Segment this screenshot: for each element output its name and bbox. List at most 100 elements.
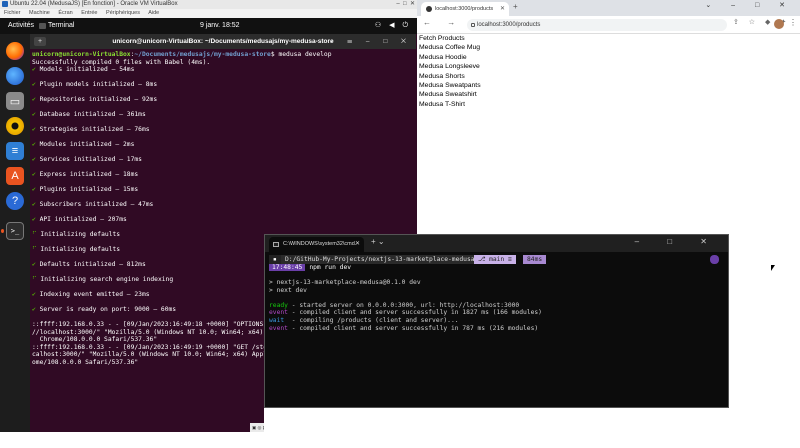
files-icon[interactable]: ▭ <box>6 92 24 110</box>
prompt-path: ~/Documents/medusajs/my-medusa-store <box>134 51 271 58</box>
log-line: Database initialized – 361ms <box>39 111 146 118</box>
topbar-clock[interactable]: 9 janv. 18:52 <box>200 18 240 34</box>
rhythmbox-icon[interactable] <box>6 117 24 135</box>
address-bar-url: localhost:3000/products <box>477 22 541 28</box>
log-line: Express initialized – 18ms <box>39 171 139 178</box>
virtualbox-window-controls[interactable]: – □ ✕ <box>396 0 415 9</box>
terminal-window-controls[interactable]: ⌕ ☰ – □ ✕ <box>330 34 412 49</box>
thunderbird-icon[interactable] <box>6 67 24 85</box>
output-line: - compiling /products (client and server… <box>284 316 459 324</box>
menu-ecran[interactable]: Écran <box>58 10 72 16</box>
log-tag-ready: ready <box>269 301 288 309</box>
profile-avatar[interactable] <box>774 19 784 29</box>
help-icon[interactable]: ? <box>6 192 24 210</box>
ubuntu-topbar: Activités Terminal 9 janv. 18:52 ⚇ ◀ ⏻ <box>0 18 417 34</box>
log-tag-event: event <box>269 309 288 317</box>
log-line: Models initialized – 54ms <box>39 66 135 73</box>
log-line: Repositories initialized – 92ms <box>39 96 158 103</box>
page-content: Fetch Products Medusa Coffee Mug Medusa … <box>419 34 481 109</box>
log-line: Modules initialized – 2ms <box>39 141 135 148</box>
git-segment: ⎇ main ≡ <box>474 255 516 264</box>
log-tag-wait: wait <box>269 316 285 324</box>
output-line: > nextjs-13-marketplace-medusa@0.1.0 dev <box>269 279 421 286</box>
fetch-products-button[interactable]: Fetch Products <box>419 34 481 43</box>
product-item: Medusa Shorts <box>419 72 465 80</box>
log-line: Defaults initialized – 812ms <box>39 261 146 268</box>
prompt-time: 17:48:45 <box>269 264 306 271</box>
log-line: Plugin models initialized – 8ms <box>39 81 158 88</box>
prompt-command: $ medusa develop <box>270 51 332 58</box>
os-segment-icon: ▪ <box>269 255 281 264</box>
browser-toolbar: ← → ↻ localhost:3000/products ⇪ ☆ ◆ ✦ ⋮ <box>417 16 800 34</box>
wt-output[interactable]: > nextjs-13-marketplace-medusa@0.1.0 dev… <box>269 279 542 332</box>
new-tab-icon[interactable]: + ⌄ <box>371 237 385 246</box>
terminal-headerbar: + unicorn@unicorn-VirtualBox: ~/Document… <box>30 34 416 49</box>
prompt-user: unicorn@unicorn-VirtualBox <box>32 51 131 58</box>
menu-fichier[interactable]: Fichier <box>4 10 21 16</box>
output-line: > next dev <box>269 286 307 294</box>
http-log-line: ::ffff:192.168.0.33 - - [09/Jan/2023:16:… <box>32 321 264 328</box>
output-line: - started server on 0.0.0.0:3000, url: h… <box>287 301 520 309</box>
prompt-line-2: 17:48:45 npm run dev <box>269 264 351 272</box>
prompt-command: npm run dev <box>309 264 352 271</box>
windows-desktop-strip <box>264 408 800 432</box>
virtualbox-menubar: Fichier Machine Écran Entrée Périphériqu… <box>0 9 417 18</box>
firefox-icon[interactable] <box>6 42 24 60</box>
log-tag-event: event <box>269 324 288 332</box>
info-icon[interactable] <box>471 23 475 27</box>
product-item: Medusa Hoodie <box>419 53 467 61</box>
tab-products[interactable]: localhost:3000/products ✕ <box>421 2 509 16</box>
output-line: - compiled client and server successfull… <box>287 309 542 317</box>
http-log-line: //localhost:3000/" "Mozilla/5.0 (Windows… <box>32 328 264 336</box>
product-item: Medusa T-Shirt <box>419 100 465 108</box>
topbar-app-terminal[interactable]: Terminal <box>38 18 74 34</box>
virtualbox-title: Ubuntu 22.04 (MedusaJS) [En fonction] - … <box>10 1 178 7</box>
active-app-indicator <box>1 229 4 233</box>
mouse-cursor-icon <box>771 265 775 271</box>
product-item: Medusa Sweatshirt <box>419 91 477 99</box>
product-list: Medusa Coffee Mug Medusa Hoodie Medusa L… <box>419 43 481 109</box>
menu-peripheriques[interactable]: Périphériques <box>106 10 140 16</box>
wt-window-controls[interactable]: – □ ✕ <box>635 237 720 246</box>
system-tray-icons[interactable]: ⚇ ◀ ⏻ <box>375 18 411 34</box>
browser-menu-icon[interactable]: ⋮ <box>789 18 797 27</box>
menu-entree[interactable]: Entrée <box>81 10 97 16</box>
log-line: Indexing event emitted – 23ms <box>39 291 150 298</box>
path-segment: D:/GitHub-My-Projects/nextjs-13-marketpl… <box>281 255 479 264</box>
windows-terminal-window: C:\WINDOWS\system32\cmd. ✕ + ⌄ – □ ✕ ▪ D… <box>264 234 729 408</box>
product-item: Medusa Sweatpants <box>419 82 481 90</box>
browser-window-controls[interactable]: ⌄ – □ ✕ <box>705 1 794 9</box>
terminal-icon[interactable]: >_ <box>6 222 24 240</box>
log-line: Plugins initialized – 15ms <box>39 186 139 193</box>
libreoffice-writer-icon[interactable]: ≡ <box>6 142 24 160</box>
new-tab-button[interactable]: + <box>34 37 46 46</box>
close-tab-icon[interactable]: ✕ <box>355 237 360 252</box>
compile-line: Successfully compiled 0 files with Babel… <box>32 58 211 66</box>
log-line: Server is ready on port: 9000 – 60ms <box>39 306 177 313</box>
close-tab-icon[interactable]: ✕ <box>500 2 505 16</box>
product-item: Medusa Coffee Mug <box>419 44 481 52</box>
oh-my-posh-prompt: ▪ D:/GitHub-My-Projects/nextjs-13-market… <box>269 255 725 264</box>
log-line: API initialized – 207ms <box>39 216 127 223</box>
log-line: Initializing search engine indexing <box>40 276 174 283</box>
git-branch: main ≡ <box>489 256 512 263</box>
http-log-line: Chrome/108.0.0.0 Safari/537.36" <box>39 336 158 343</box>
software-store-icon[interactable]: A <box>6 167 24 185</box>
log-line: Strategies initialized – 76ms <box>39 126 150 133</box>
address-bar[interactable]: localhost:3000/products <box>467 19 727 31</box>
new-tab-icon[interactable]: + <box>513 2 518 11</box>
http-log-line: ::ffff:192.168.0.33 - - [09/Jan/2023:16:… <box>32 343 268 351</box>
activities-button[interactable]: Activités <box>8 18 34 34</box>
status-segment <box>710 255 719 264</box>
log-line: Services initialized – 17ms <box>39 156 142 163</box>
menu-aide[interactable]: Aide <box>148 10 159 16</box>
menu-machine[interactable]: Machine <box>29 10 50 16</box>
ubuntu-dock: ▭ ≡ A ? >_ <box>0 34 30 448</box>
show-applications-icon[interactable] <box>8 434 22 448</box>
virtualbox-icon <box>2 1 8 7</box>
http-log-line: ome/108.0.0.0 Safari/537.36" <box>32 358 139 366</box>
wt-tab-cmd[interactable]: C:\WINDOWS\system32\cmd. ✕ <box>269 237 364 252</box>
virtualbox-titlebar: Ubuntu 22.04 (MedusaJS) [En fonction] - … <box>0 0 417 9</box>
cmd-icon <box>273 242 279 247</box>
product-item: Medusa Longsleeve <box>419 63 480 71</box>
